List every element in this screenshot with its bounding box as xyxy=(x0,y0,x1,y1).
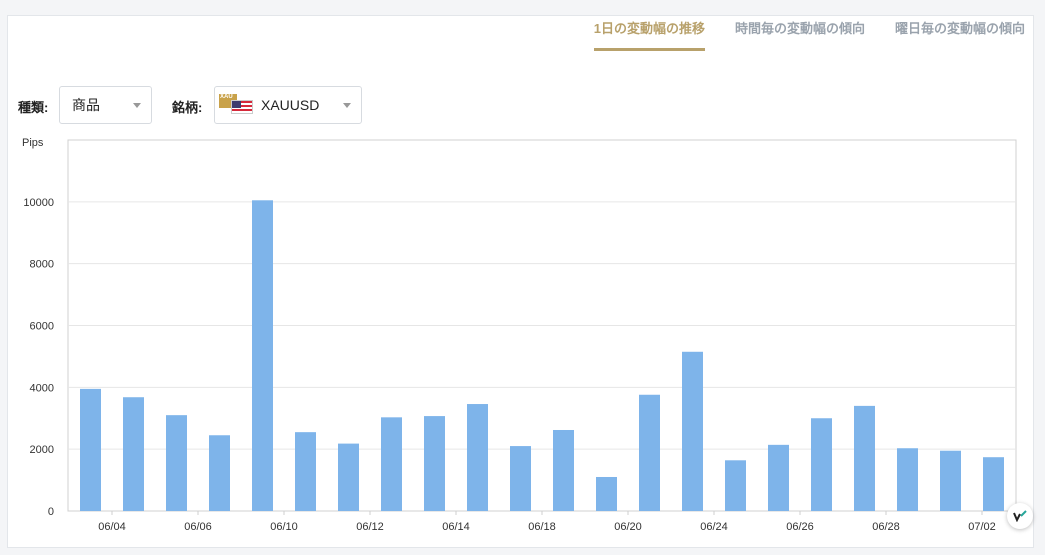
bar xyxy=(596,476,617,511)
bar xyxy=(467,404,488,511)
bar xyxy=(166,415,187,511)
x-tick-label: 06/28 xyxy=(872,521,900,533)
bar xyxy=(940,450,961,511)
y-tick-label: 4000 xyxy=(30,382,54,394)
bar xyxy=(682,351,703,511)
x-tick-label: 07/02 xyxy=(968,521,996,533)
bar xyxy=(381,417,402,511)
y-tick-label: 6000 xyxy=(30,321,54,333)
y-axis-label: Pips xyxy=(22,137,44,149)
bar-chart: 0 2000 4000 6000 8000 10000 Pips 06/04 06/06 06/1… xyxy=(22,137,1017,533)
bar xyxy=(854,405,875,511)
x-tick-label: 06/14 xyxy=(442,521,470,533)
bar xyxy=(510,446,531,511)
x-tick-label: 06/18 xyxy=(528,521,556,533)
bar xyxy=(295,432,316,511)
bar xyxy=(209,435,230,511)
bar xyxy=(983,457,1004,511)
bar xyxy=(639,394,660,511)
x-tick-label: 06/24 xyxy=(700,521,728,533)
x-tick-label: 06/26 xyxy=(786,521,814,533)
x-tick-label: 06/12 xyxy=(356,521,384,533)
x-tick-label: 06/04 xyxy=(98,521,126,533)
x-tick-label: 06/06 xyxy=(184,521,212,533)
bar xyxy=(553,429,574,511)
bar xyxy=(811,418,832,511)
bar xyxy=(897,448,918,511)
y-tick-label: 10000 xyxy=(23,197,54,209)
bar xyxy=(80,388,101,511)
bar xyxy=(424,416,445,511)
tradingview-logo-icon[interactable] xyxy=(1007,503,1033,529)
x-tick-label: 06/10 xyxy=(270,521,298,533)
y-tick-label: 0 xyxy=(48,506,54,518)
y-tick-label: 2000 xyxy=(30,444,54,456)
bar xyxy=(338,443,359,511)
bar xyxy=(725,460,746,511)
y-tick-label: 8000 xyxy=(30,259,54,271)
x-tick-label: 06/20 xyxy=(614,521,642,533)
bar xyxy=(768,444,789,511)
bar xyxy=(123,397,144,511)
bar xyxy=(252,200,273,511)
